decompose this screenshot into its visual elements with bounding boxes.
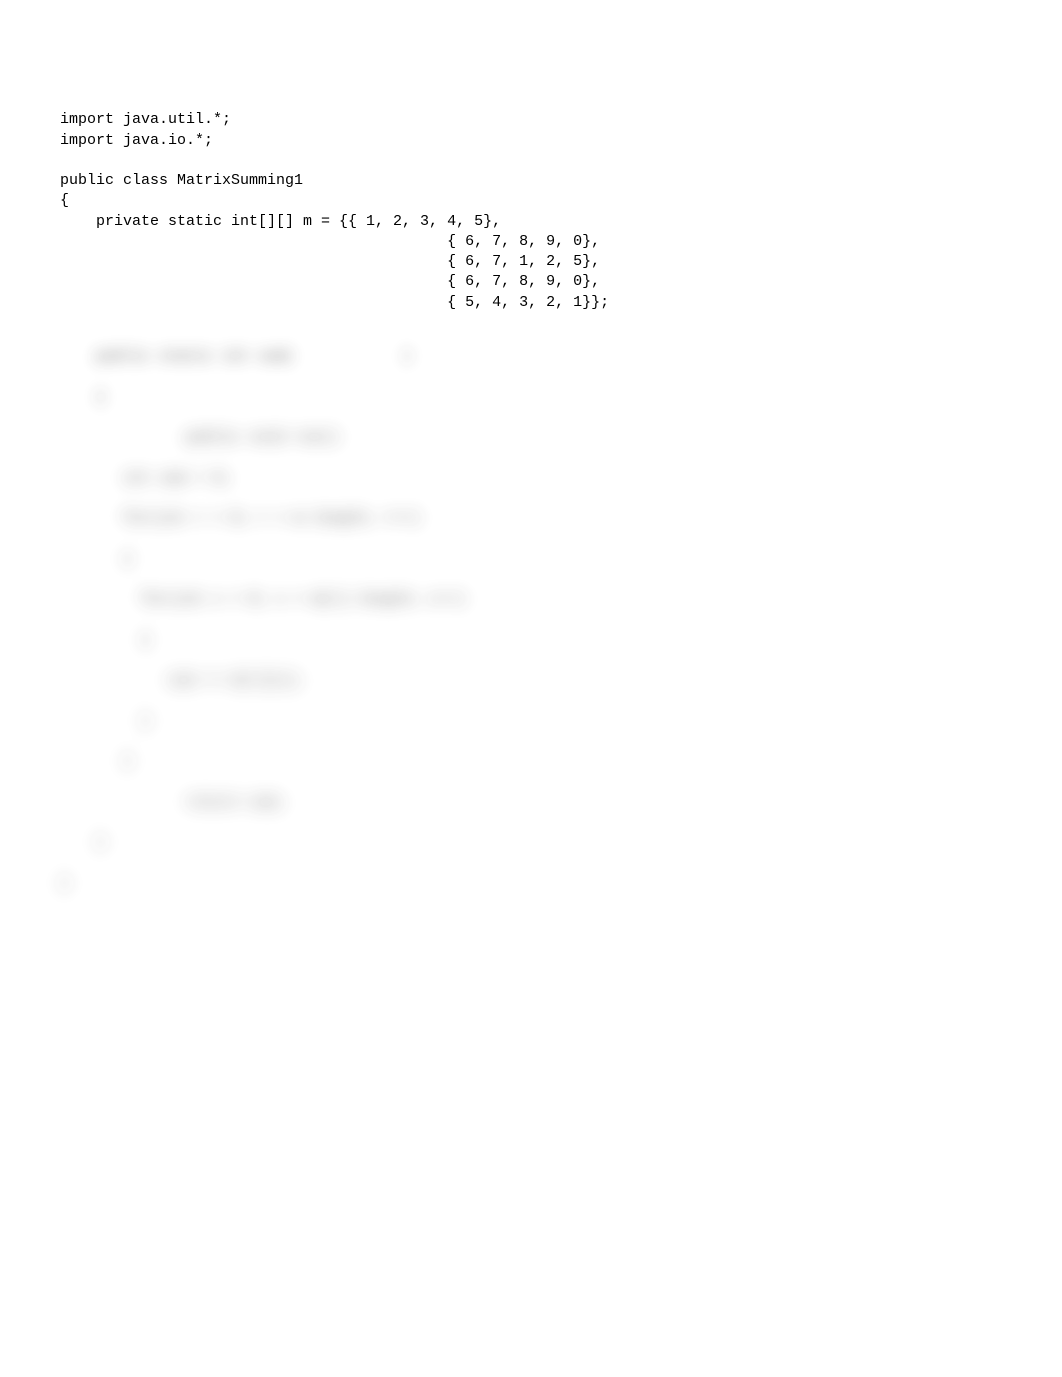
- blurred-line: for(int r = 0; r < m.length; r++): [60, 509, 1062, 529]
- blurred-line: int sum = 0;: [60, 469, 1062, 489]
- blurred-line: public void run(): [60, 428, 1062, 448]
- code-line: { 6, 7, 1, 2, 5},: [60, 253, 600, 270]
- code-line: public class MatrixSumming1: [60, 172, 303, 189]
- blurred-line: }: [60, 833, 1062, 853]
- code-line: { 5, 4, 3, 2, 1}};: [60, 294, 609, 311]
- code-line: {: [60, 192, 69, 209]
- code-line: { 6, 7, 8, 9, 0},: [60, 233, 600, 250]
- code-block: import java.util.*; import java.io.*; pu…: [60, 90, 1062, 313]
- blurred-code-block: public static int sum( ) { public void r…: [60, 327, 1062, 914]
- code-line: import java.util.*;: [60, 111, 231, 128]
- blurred-line: {: [60, 631, 1062, 651]
- code-line: private static int[][] m = {{ 1, 2, 3, 4…: [60, 213, 501, 230]
- blurred-line: }: [60, 712, 1062, 732]
- blurred-line: public static int sum( ): [60, 347, 1062, 367]
- blurred-line: }: [60, 874, 1062, 894]
- blurred-line: return sum;: [60, 793, 1062, 813]
- blurred-line: }: [60, 752, 1062, 772]
- blurred-line: for(int c = 0; c < m[r].length; c++): [60, 590, 1062, 610]
- code-line: { 6, 7, 8, 9, 0},: [60, 273, 600, 290]
- blurred-line: sum += m[r][c];: [60, 671, 1062, 691]
- blurred-line: {: [60, 550, 1062, 570]
- code-line: import java.io.*;: [60, 132, 213, 149]
- blurred-line: {: [60, 388, 1062, 408]
